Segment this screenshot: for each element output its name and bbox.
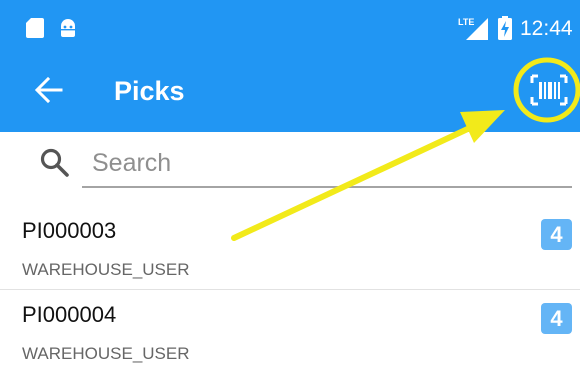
android-icon (61, 19, 75, 37)
list-divider (0, 289, 580, 290)
pick-user: WAREHOUSE_USER (22, 260, 190, 279)
lte-signal-icon: LTE (458, 17, 488, 40)
pick-id: PI000003 (22, 218, 117, 243)
barcode-scan-icon[interactable] (528, 72, 570, 108)
item-count-badge: 4 (541, 219, 572, 250)
page-title: Picks (114, 76, 185, 106)
pick-user: WAREHOUSE_USER (22, 344, 190, 363)
pick-id: PI000004 (22, 302, 117, 327)
item-count-badge: 4 (541, 303, 572, 334)
search-input[interactable] (82, 140, 572, 188)
status-time: 12:44 (520, 17, 573, 40)
pick-list-item[interactable]: PI000003 WAREHOUSE_USER 4 (0, 208, 580, 290)
search-icon (40, 148, 69, 177)
battery-charging-icon (498, 16, 512, 40)
lte-label: LTE (458, 17, 474, 27)
sd-card-icon (26, 18, 44, 38)
arrow-left-icon[interactable] (34, 76, 64, 104)
pick-list-item[interactable]: PI000004 WAREHOUSE_USER 4 (0, 292, 580, 374)
app-bar: LTE 12:44 Picks (0, 0, 580, 132)
status-bar: LTE 12:44 (0, 0, 580, 52)
